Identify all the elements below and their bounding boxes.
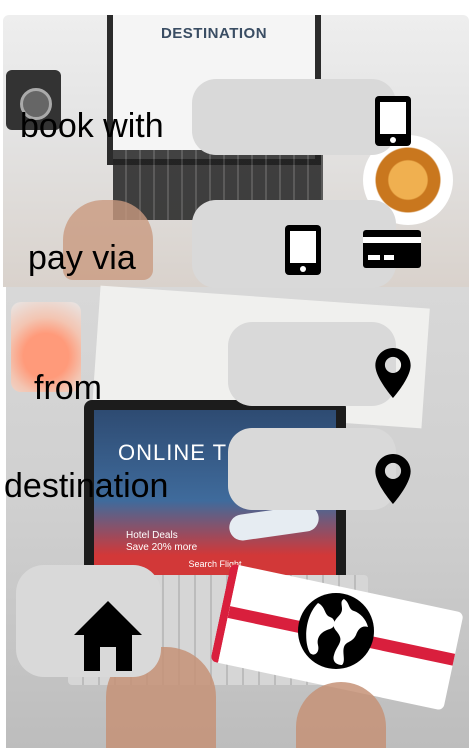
globe-icon[interactable]: [296, 591, 376, 671]
pay-via-selector[interactable]: [192, 200, 421, 288]
location-pin-icon: [375, 348, 411, 398]
phone-icon: [285, 225, 321, 275]
destination-label: destination: [4, 467, 169, 505]
home-icon: [74, 601, 142, 671]
screen-deal-line2: Save 20% more: [126, 542, 198, 553]
credit-card-icon: [363, 230, 421, 268]
home-button[interactable]: [16, 565, 161, 677]
screen-deal: Hotel Deals Save 20% more: [126, 530, 197, 554]
book-with-selector[interactable]: [192, 79, 411, 155]
from-label: from: [34, 369, 102, 407]
screen-deal-line1: Hotel Deals: [126, 530, 178, 541]
phone-icon: [375, 96, 411, 146]
book-with-label: book with: [20, 107, 164, 145]
from-location-field[interactable]: [228, 322, 411, 406]
destination-location-field[interactable]: [228, 428, 411, 510]
location-pin-icon: [375, 454, 411, 504]
top-laptop-title: DESTINATION: [160, 25, 268, 42]
pay-via-label: pay via: [28, 239, 136, 277]
